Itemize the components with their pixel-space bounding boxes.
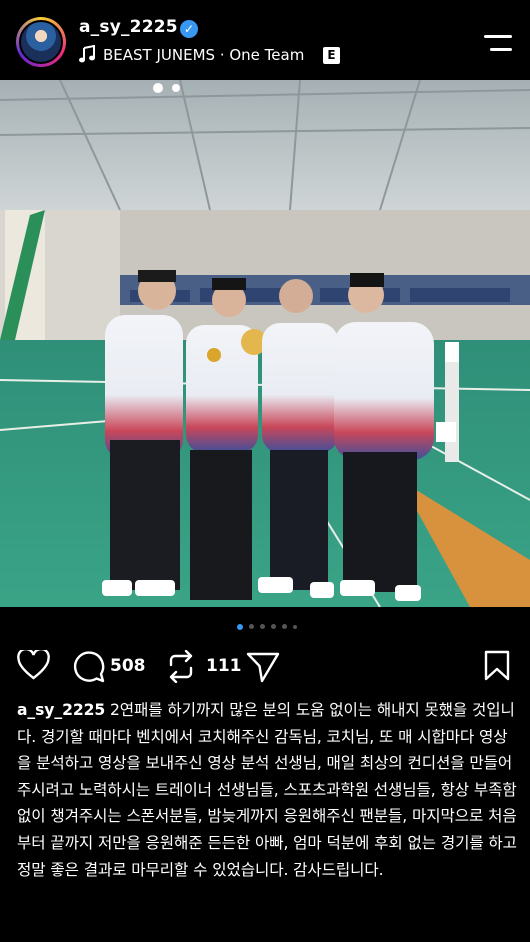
carousel-dot bbox=[282, 624, 287, 629]
share-icon[interactable] bbox=[246, 651, 280, 683]
username[interactable]: a_sy_2225 bbox=[79, 17, 178, 37]
post-header: a_sy_2225 ✓ BEAST JUNEMS · One Team E bbox=[0, 0, 530, 80]
repost-count[interactable]: 111 bbox=[206, 656, 242, 676]
caption-text: 2연패를 하기까지 많은 분의 도움 없이는 해내지 못했을 것입니다. 경기할… bbox=[17, 701, 517, 879]
post-caption: a_sy_2225 2연패를 하기까지 많은 분의 도움 없이는 해내지 못했을… bbox=[17, 697, 517, 883]
action-bar: 508 111 bbox=[0, 645, 530, 687]
carousel-dot bbox=[249, 624, 254, 629]
post-photo[interactable] bbox=[0, 80, 530, 607]
explicit-badge: E bbox=[323, 47, 340, 64]
repost-icon[interactable] bbox=[166, 650, 196, 683]
carousel-dot bbox=[293, 624, 297, 629]
avatar[interactable] bbox=[16, 17, 66, 67]
music-title[interactable]: BEAST JUNEMS · One Team bbox=[103, 46, 304, 64]
carousel-dot bbox=[260, 624, 265, 629]
music-note-icon bbox=[79, 45, 95, 63]
menu-icon[interactable] bbox=[484, 35, 512, 53]
caption-username[interactable]: a_sy_2225 bbox=[17, 701, 105, 719]
avatar-image bbox=[19, 20, 63, 64]
carousel-dot-active bbox=[237, 623, 243, 630]
heart-icon[interactable] bbox=[17, 650, 50, 680]
carousel-dot bbox=[271, 624, 276, 629]
verified-badge-icon: ✓ bbox=[180, 20, 198, 38]
bookmark-icon[interactable] bbox=[484, 650, 510, 681]
gym-photo-illustration bbox=[0, 80, 530, 607]
comment-icon[interactable] bbox=[72, 650, 105, 683]
comment-count[interactable]: 508 bbox=[110, 656, 146, 676]
